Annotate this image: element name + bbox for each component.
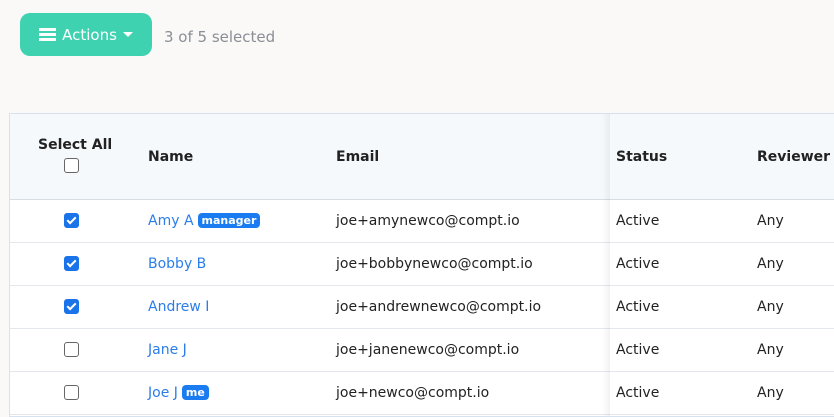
email-cell: joe+amynewco@compt.io	[336, 213, 520, 229]
email-cell: joe+newco@compt.io	[336, 385, 490, 401]
select-all-label: Select All	[38, 137, 113, 153]
table-row: Jane J joe+janenewco@compt.io Active Any	[10, 329, 834, 372]
reviewer-cell: Any	[757, 299, 784, 315]
users-table: Select All Name Email Status Reviewer Am…	[9, 113, 834, 417]
row-checkbox[interactable]	[64, 385, 79, 400]
name-cell: Amy Amanager	[148, 213, 261, 229]
header-reviewer[interactable]: Reviewer	[757, 149, 830, 165]
status-cell: Active	[616, 342, 660, 358]
role-badge: me	[181, 385, 209, 400]
header-name[interactable]: Name	[148, 149, 193, 165]
selection-count: 3 of 5 selected	[164, 28, 276, 46]
reviewer-cell: Any	[757, 342, 784, 358]
row-checkbox[interactable]	[64, 342, 79, 357]
user-name-link[interactable]: Joe J	[148, 385, 178, 401]
name-cell: Andrew I	[148, 299, 209, 315]
user-name-link[interactable]: Andrew I	[148, 299, 209, 315]
status-cell: Active	[616, 385, 660, 401]
table-row: Andrew I joe+andrewnewco@compt.io Active…	[10, 286, 834, 329]
list-icon	[39, 28, 57, 41]
reviewer-cell: Any	[757, 213, 784, 229]
user-name-link[interactable]: Jane J	[148, 342, 187, 358]
header-status[interactable]: Status	[616, 149, 667, 165]
name-cell: Joe Jme	[148, 385, 209, 401]
table-row: Joe Jme joe+newco@compt.io Active Any	[10, 372, 834, 415]
role-badge: manager	[197, 213, 261, 228]
email-cell: joe+janenewco@compt.io	[336, 342, 520, 358]
status-cell: Active	[616, 213, 660, 229]
actions-dropdown-button[interactable]: Actions	[20, 13, 152, 56]
row-checkbox[interactable]	[64, 213, 79, 228]
status-cell: Active	[616, 299, 660, 315]
row-checkbox[interactable]	[64, 256, 79, 271]
caret-down-icon	[122, 32, 133, 37]
email-cell: joe+bobbynewco@compt.io	[336, 256, 533, 272]
user-name-link[interactable]: Amy A	[148, 213, 194, 229]
reviewer-cell: Any	[757, 385, 784, 401]
table-row: Amy Amanager joe+amynewco@compt.io Activ…	[10, 200, 834, 243]
email-cell: joe+andrewnewco@compt.io	[336, 299, 542, 315]
table-row: Bobby B joe+bobbynewco@compt.io Active A…	[10, 243, 834, 286]
status-cell: Active	[616, 256, 660, 272]
table-header: Select All Name Email Status Reviewer	[10, 114, 834, 200]
name-cell: Bobby B	[148, 256, 206, 272]
row-checkbox[interactable]	[64, 299, 79, 314]
user-name-link[interactable]: Bobby B	[148, 256, 206, 272]
header-email[interactable]: Email	[336, 149, 379, 165]
actions-label: Actions	[62, 25, 117, 44]
reviewer-cell: Any	[757, 256, 784, 272]
select-all-checkbox[interactable]	[64, 158, 79, 173]
name-cell: Jane J	[148, 342, 187, 358]
